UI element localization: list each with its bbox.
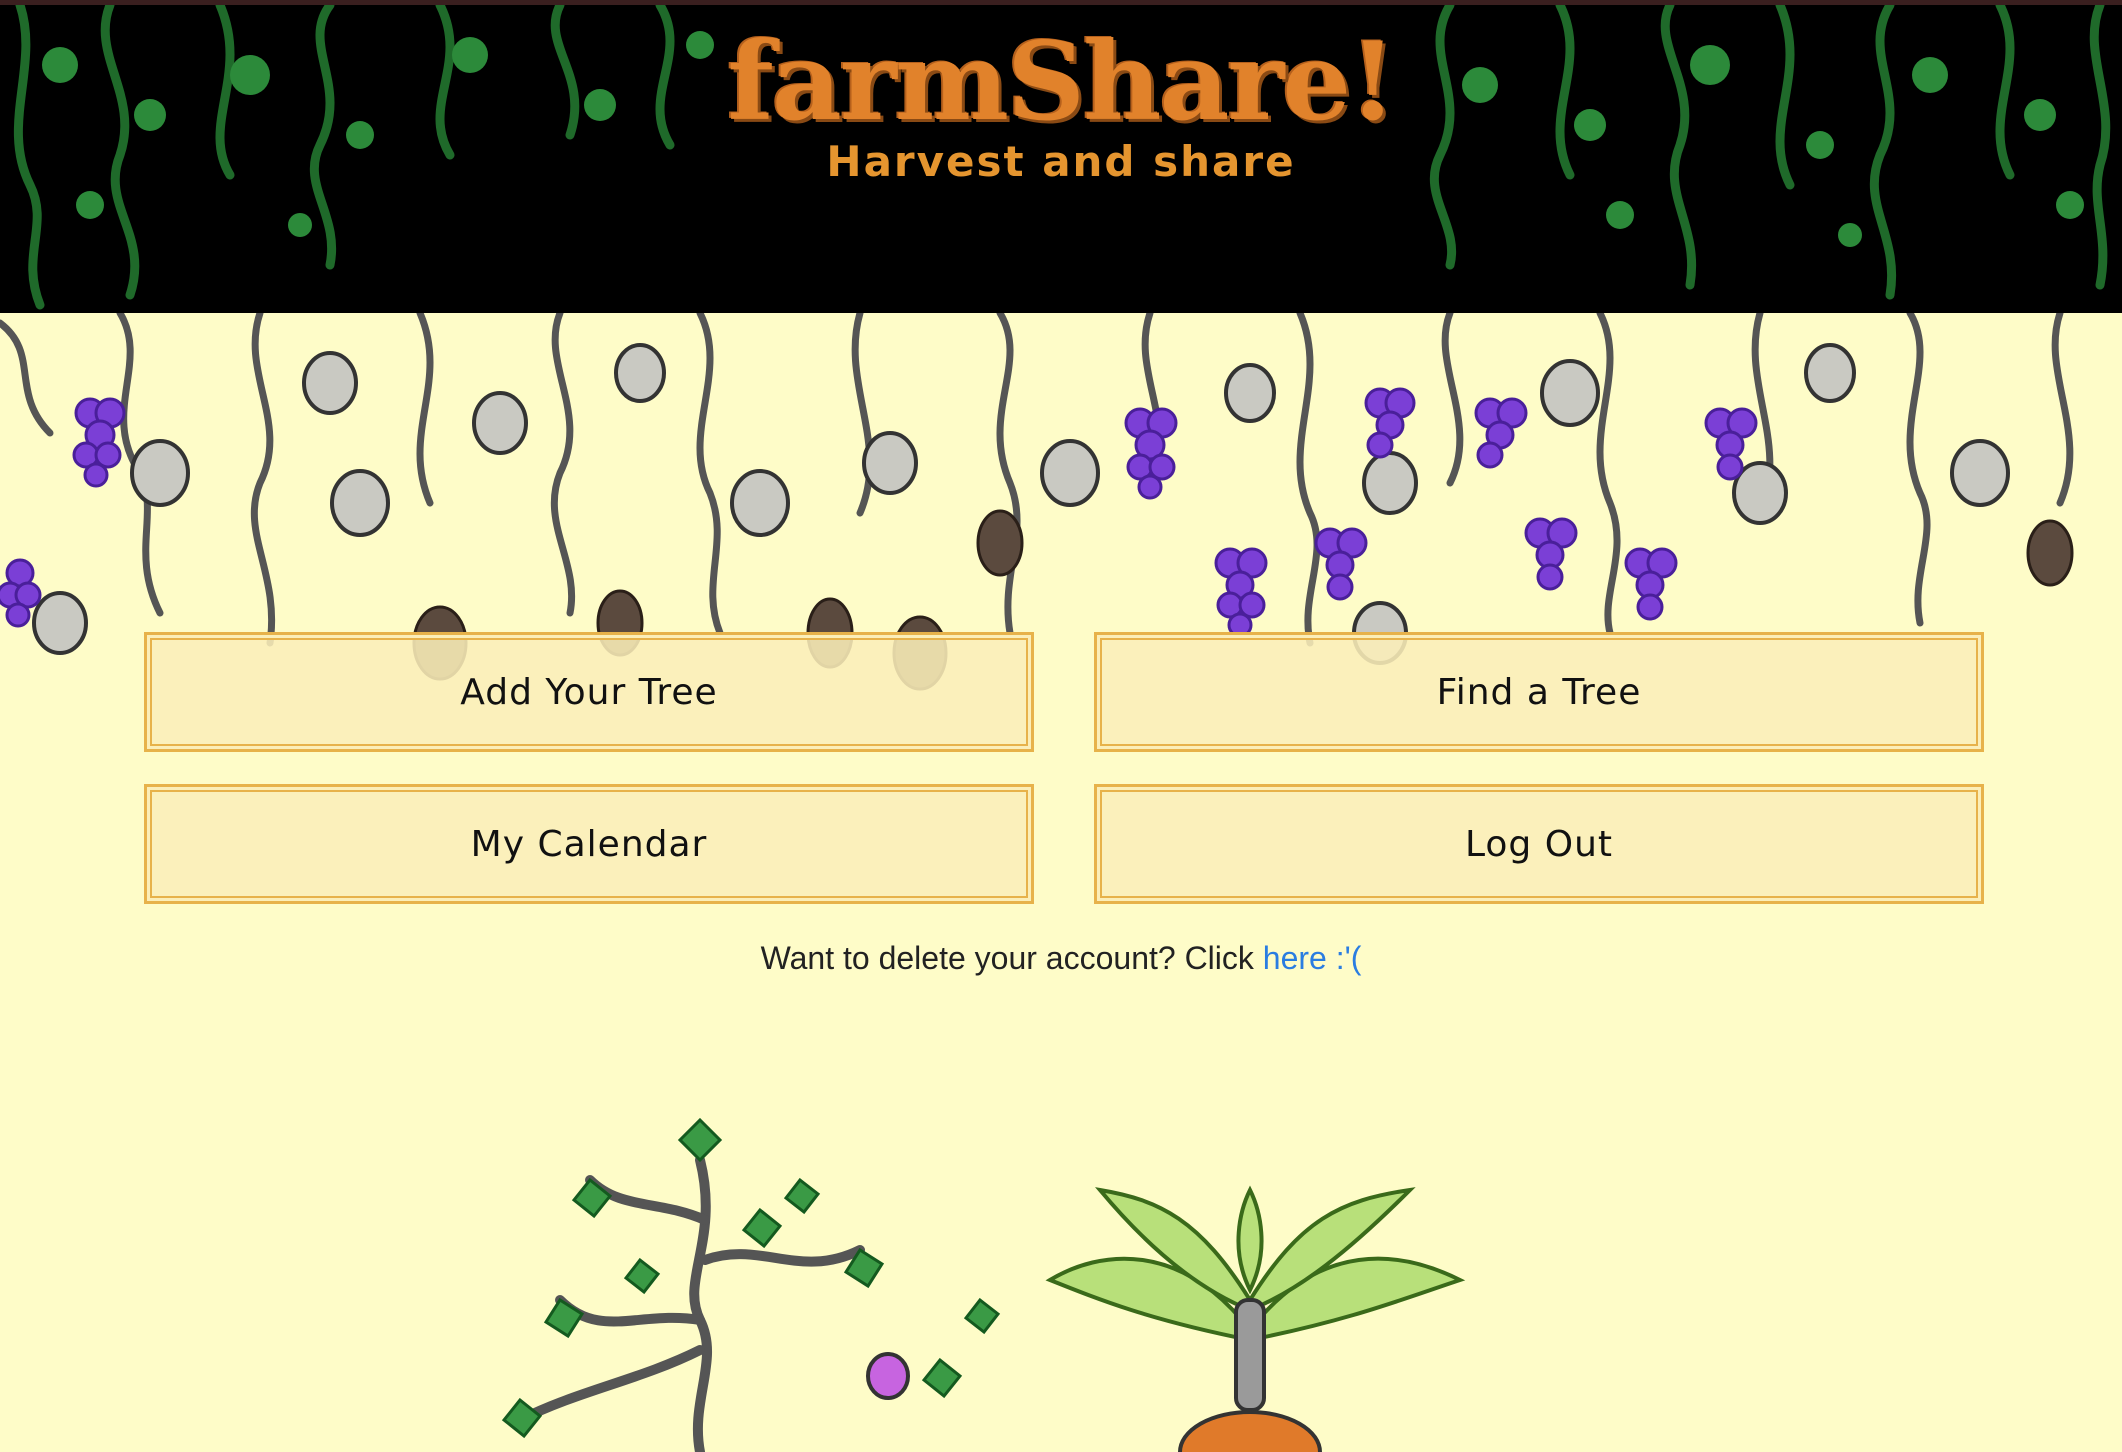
delete-account-link[interactable]: here :'( xyxy=(1263,940,1362,976)
add-your-tree-button[interactable]: Add Your Tree xyxy=(144,632,1034,752)
my-calendar-button[interactable]: My Calendar xyxy=(144,784,1034,904)
site-tagline: Harvest and share xyxy=(826,137,1296,186)
log-out-button[interactable]: Log Out xyxy=(1094,784,1984,904)
fruit-tree-icon xyxy=(501,1117,1001,1452)
site-header: farmShare! Harvest and share xyxy=(0,0,2122,313)
delete-account-line: Want to delete your account? Click here … xyxy=(0,940,2122,977)
garden-plants-icon xyxy=(501,1117,1466,1452)
find-a-tree-button[interactable]: Find a Tree xyxy=(1094,632,1984,752)
site-logo[interactable]: farmShare! xyxy=(0,19,2122,145)
farmshare-page: farmShare! Harvest and share Add Your Tr… xyxy=(0,0,2122,1452)
delete-account-prompt: Want to delete your account? Click xyxy=(760,940,1263,976)
leafy-plant-icon xyxy=(1045,1185,1466,1452)
